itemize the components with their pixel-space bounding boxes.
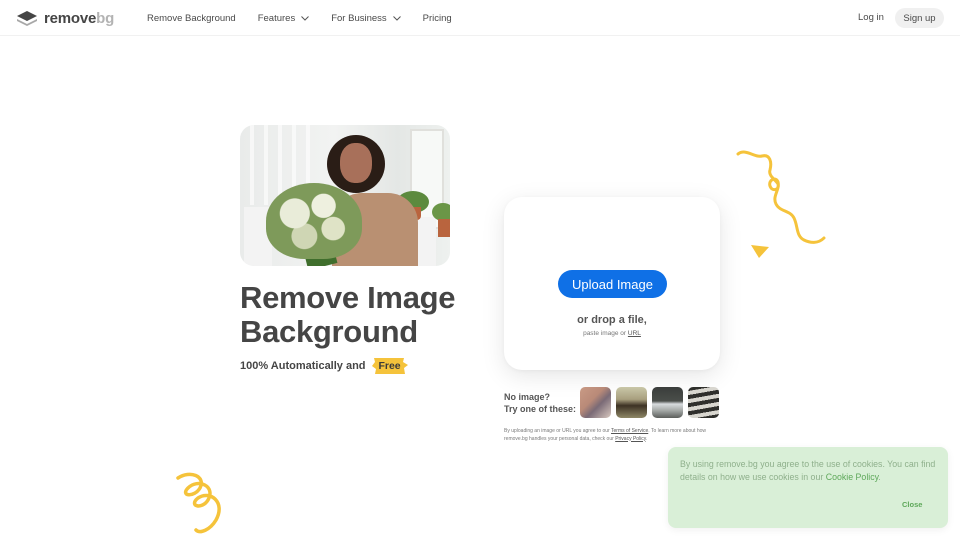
- main-nav: Remove Background Features For Business …: [147, 0, 474, 36]
- url-link[interactable]: URL: [628, 330, 641, 337]
- sample-image-car[interactable]: [652, 387, 683, 418]
- free-badge: Free: [371, 357, 409, 375]
- sample-image-man[interactable]: [580, 387, 611, 418]
- chevron-down-icon: [301, 15, 310, 21]
- nav-label: For Business: [331, 12, 387, 24]
- nav-features[interactable]: Features: [258, 13, 310, 24]
- hero-subtitle-text: 100% Automatically and: [240, 360, 366, 372]
- top-navbar: removebg Remove Background Features For …: [0, 0, 960, 36]
- sample-prompt-line1: No image?: [504, 392, 551, 402]
- hero-subtitle: 100% Automatically and Free: [240, 357, 409, 375]
- spring-decoration-icon: [176, 472, 221, 534]
- hero-title-line2: Background: [240, 314, 418, 349]
- logo-text: removebg: [44, 9, 115, 27]
- nav-pricing[interactable]: Pricing: [423, 13, 452, 24]
- cookie-message-suffix: .: [878, 471, 881, 482]
- logo[interactable]: removebg: [16, 9, 114, 27]
- privacy-policy-link[interactable]: Privacy Policy: [615, 436, 646, 442]
- curtain-fold: [264, 125, 268, 205]
- sample-images: [580, 387, 719, 418]
- nav-for-business[interactable]: For Business: [331, 12, 401, 24]
- chevron-down-icon: [392, 15, 401, 21]
- terms-of-service-link[interactable]: Terms of Service: [611, 428, 648, 434]
- drop-file-text: or drop a file,: [577, 314, 647, 326]
- hero-title-line1: Remove Image: [240, 280, 456, 315]
- hero-image: [240, 125, 450, 266]
- cookie-policy-link[interactable]: Cookie Policy: [826, 472, 879, 482]
- page: removebg Remove Background Features For …: [0, 0, 960, 540]
- sample-image-dog[interactable]: [616, 387, 647, 418]
- nav-label: Remove Background: [147, 12, 236, 24]
- logo-icon: [17, 11, 37, 26]
- plant-pot: [438, 219, 450, 237]
- legal-notice: By uploading an image or URL you agree t…: [504, 428, 719, 443]
- sample-image-microphone[interactable]: [688, 387, 719, 418]
- legal-text: .: [645, 435, 648, 442]
- cookie-banner: By using remove.bg you agree to the use …: [668, 447, 948, 528]
- squiggle-decoration-icon: [736, 150, 826, 244]
- upload-dropzone[interactable]: Upload Image or drop a file, paste image…: [504, 197, 720, 370]
- nav-label: Features: [257, 12, 296, 24]
- cookie-close-button[interactable]: Close: [902, 500, 922, 509]
- triangle-decoration-icon: [751, 245, 769, 258]
- nav-label: Pricing: [422, 12, 452, 24]
- sample-prompt: No image? Try one of these:: [504, 391, 576, 415]
- curtain-fold: [250, 125, 254, 205]
- paste-hint-text: paste image or: [583, 330, 627, 337]
- cookie-message-text: By using remove.bg you agree to the use …: [680, 459, 936, 482]
- sample-prompt-line2: Try one of these:: [504, 404, 577, 414]
- hero-title: Remove Image Background: [240, 280, 456, 349]
- nav-remove-background[interactable]: Remove Background: [147, 13, 236, 24]
- free-badge-label: Free: [378, 360, 401, 372]
- cookie-message: By using remove.bg you agree to the use …: [680, 458, 942, 483]
- upload-image-button[interactable]: Upload Image: [558, 270, 667, 298]
- login-link[interactable]: Log in: [858, 12, 884, 23]
- person-face: [340, 143, 372, 183]
- flower-bouquet: [266, 183, 362, 259]
- paste-hint: paste image or URL: [504, 330, 720, 337]
- signup-button[interactable]: Sign up: [895, 8, 944, 28]
- legal-text: By uploading an image or URL you agree t…: [504, 428, 610, 434]
